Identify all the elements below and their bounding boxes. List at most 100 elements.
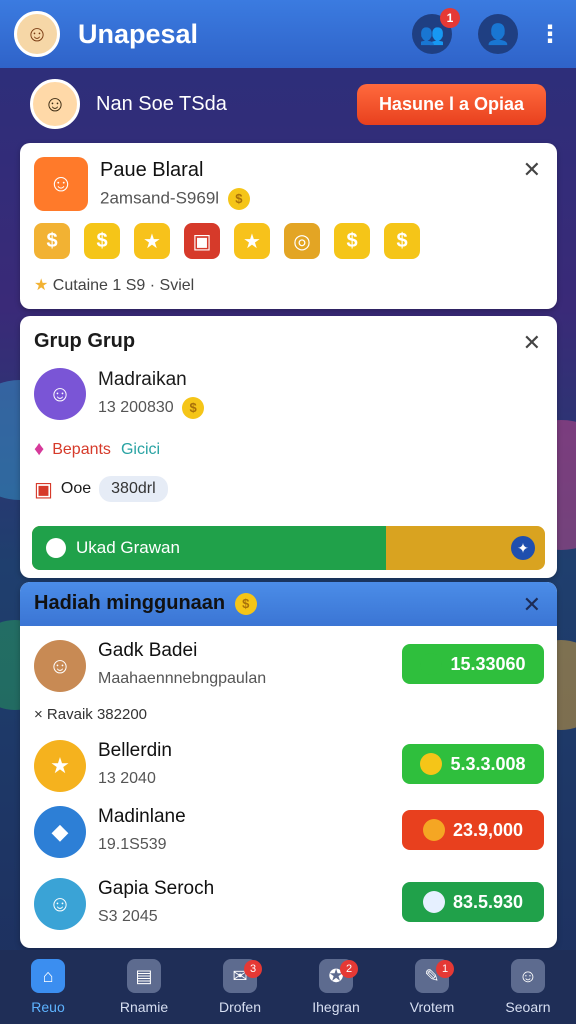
reward-icon-row: $ $ ★ ▣ ★ ◎ $ $ <box>34 223 420 259</box>
star-icon[interactable]: ★ <box>134 223 170 259</box>
leaderboard-avatar: ★ <box>34 740 86 792</box>
group-user-name: Madraikan <box>98 369 187 390</box>
home-icon: ⌂ <box>31 959 65 993</box>
reward-card-header: ☺ Paue Blaral 2amsand-S969l $ <box>34 157 250 211</box>
leaderboard-amount: 5.3.3.008 <box>450 753 526 774</box>
nav-label: Ihegran <box>312 999 360 1015</box>
heart-icon <box>420 753 443 775</box>
nav-item[interactable]: ☺ Seoarn <box>480 950 576 1024</box>
coin-icon: $ <box>227 187 250 210</box>
group-tags: ♦ Bepants Gicici <box>34 438 160 461</box>
leaderboard-amount-button[interactable]: 23.9,000 <box>402 810 544 850</box>
nav-label: Drofen <box>218 999 262 1015</box>
leaderboard-amount-button[interactable]: 15.33060 <box>402 644 544 684</box>
nav-label: Vrotem <box>409 999 455 1015</box>
group-user-value: 13 200830 <box>98 399 174 417</box>
leaderboard-amount-button[interactable]: 5.3.3.008 <box>402 744 544 784</box>
coin-bag-icon[interactable]: $ <box>34 223 70 259</box>
leaderboard-subtext: S3 2045 <box>98 908 158 925</box>
more-vertical-icon[interactable]: ⋮ <box>538 20 562 49</box>
weekly-extra: × Ravaik 382200 <box>34 706 147 723</box>
gift-icon[interactable]: ✦ <box>511 536 535 560</box>
top-app-bar: ☺ Unapesal 👥 1 👤 ⋮ <box>0 0 576 68</box>
nav-label: Rnamie <box>119 999 169 1015</box>
cta-button[interactable]: Hasune l a Opiaa <box>356 83 546 125</box>
weekly-title: Hadiah minggunaan <box>34 592 226 614</box>
profile-button[interactable]: 👤 <box>478 14 518 54</box>
leaderboard-avatar: ☺ <box>34 878 86 930</box>
nav-label: Reuo <box>31 999 65 1015</box>
close-icon[interactable]: ✕ <box>523 330 541 356</box>
notification-badge: 3 <box>244 960 262 978</box>
nav-item[interactable]: ▤ Rnamie <box>96 950 192 1024</box>
coin-icon: $ <box>234 592 257 615</box>
cards-icon: ▤ <box>127 959 161 993</box>
people-icon: 👥 <box>419 23 445 46</box>
group-card: Grup Grup ✕ ☺ Madraikan 13 200830 $ ♦ Be… <box>20 316 557 578</box>
user-icon: ☺ <box>511 959 545 993</box>
leaderboard-amount: 23.9,000 <box>452 819 524 840</box>
leaderboard-name: Bellerdin <box>98 740 172 761</box>
heart-icon <box>422 891 445 913</box>
star-icon: ★ <box>34 277 49 294</box>
chest-label: Ooe <box>60 480 92 497</box>
reward-title: Paue Blaral <box>100 158 204 181</box>
coin-icon[interactable]: $ <box>84 223 120 259</box>
progress-icon <box>46 538 66 558</box>
group-progress-bar[interactable]: Ukad Grawan ✦ <box>32 526 545 570</box>
reward-card: ✕ ☺ Paue Blaral 2amsand-S969l $ $ $ ★ ▣ … <box>20 143 557 309</box>
ring-icon[interactable]: ◎ <box>284 223 320 259</box>
leaderboard-amount-button[interactable]: 83.5.930 <box>402 882 544 922</box>
leaderboard-subtext: 19.1S539 <box>98 836 167 853</box>
leaderboard-row[interactable]: ◆ Madinlane 19.1S539 23.9,000 <box>34 800 544 870</box>
friends-button[interactable]: 👥 1 <box>412 8 460 54</box>
leaderboard-subtext: 13 2040 <box>98 770 156 787</box>
heart-icon <box>422 819 445 841</box>
leaderboard-subtext: Maahaennnebngpaulan <box>98 670 267 687</box>
leaderboard-avatar: ☺ <box>34 640 86 692</box>
group-chest[interactable]: ▣ Ooe 380drl <box>34 476 168 502</box>
nav-item[interactable]: ✉ 3 Drofen <box>192 950 288 1024</box>
leaderboard-row[interactable]: ☺ Gadk Badei Maahaennnebngpaulan 15.33060 <box>34 634 544 704</box>
nav-label: Seoarn <box>505 999 551 1015</box>
balloon-icon: ♦ <box>34 438 45 460</box>
close-icon[interactable]: ✕ <box>523 592 541 618</box>
notification-badge: 2 <box>340 960 358 978</box>
chest-icon: ▣ <box>34 478 53 501</box>
chest-value: 380drl <box>99 476 168 502</box>
star-icon[interactable]: ★ <box>234 223 270 259</box>
leaderboard-row[interactable]: ★ Bellerdin 13 2040 5.3.3.008 <box>34 734 544 804</box>
player-name: Nan Soe TSda <box>96 92 227 115</box>
reward-avatar: ☺ <box>34 157 88 211</box>
weekly-reward-card: Hadiah minggunaan $ ✕ ☺ Gadk Badei Maahaen… <box>20 582 557 948</box>
leaderboard-name: Gadk Badei <box>98 640 198 661</box>
leaderboard-amount: 83.5.930 <box>452 891 524 912</box>
tag-red: Bepants <box>52 440 111 458</box>
leaderboard-name: Gapia Seroch <box>98 878 215 899</box>
coin-icon: $ <box>182 397 205 419</box>
user-avatar[interactable]: ☺ <box>14 11 60 57</box>
group-user[interactable]: ☺ Madraikan 13 200830 $ <box>34 368 205 420</box>
leaderboard-row[interactable]: ☺ Gapia Seroch S3 2045 83.5.930 <box>34 872 544 942</box>
player-avatar[interactable]: ☺ <box>30 79 80 129</box>
reward-footer: Cutaine 1 S9 · Sviel <box>52 277 195 294</box>
profile-icon: 👤 <box>485 23 511 46</box>
app-title: Unapesal <box>78 18 199 49</box>
nav-item[interactable]: ✪ 2 Ihegran <box>288 950 384 1024</box>
nav-item[interactable]: ✎ 1 Vrotem <box>384 950 480 1024</box>
player-strip: ☺ Nan Soe TSda Hasune l a Opiaa <box>0 68 576 140</box>
coin-icon[interactable]: $ <box>334 223 370 259</box>
notification-badge: 1 <box>440 8 460 28</box>
close-icon[interactable]: ✕ <box>523 157 541 183</box>
leaderboard-avatar: ◆ <box>34 806 86 858</box>
leaderboard-amount: 15.33060 <box>450 653 526 674</box>
chest-icon[interactable]: ▣ <box>184 223 220 259</box>
progress-label: Ukad Grawan <box>76 538 180 557</box>
coin-icon[interactable]: $ <box>384 223 420 259</box>
leaderboard-name: Madinlane <box>98 806 186 827</box>
bottom-navigation: ⌂ Reuo ▤ Rnamie ✉ 3 Drofen ✪ 2 Ihegran ✎ 1 Vrotem ☺ Se… <box>0 950 576 1024</box>
group-title: Grup Grup <box>34 330 136 352</box>
tag-teal: Gicici <box>120 440 161 458</box>
nav-item[interactable]: ⌂ Reuo <box>0 950 96 1024</box>
notification-badge: 1 <box>436 960 454 978</box>
